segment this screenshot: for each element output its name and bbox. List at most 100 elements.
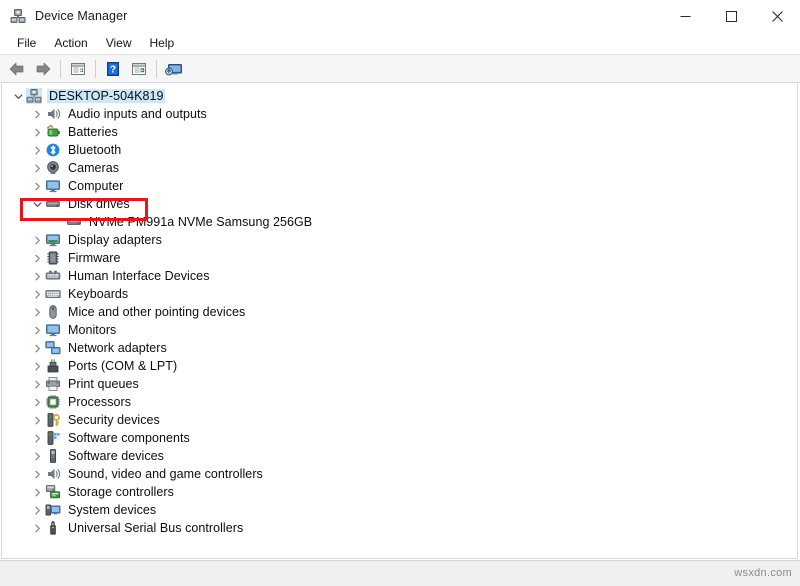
tree-item-universal-serial-bus-controllers[interactable]: Universal Serial Bus controllers — [2, 519, 797, 537]
chevron-right-icon[interactable] — [29, 465, 45, 483]
hid-icon — [45, 268, 61, 284]
chevron-right-icon[interactable] — [29, 357, 45, 375]
mouse-icon — [45, 304, 61, 320]
tree-item-nvme-disk[interactable]: NVMe PM991a NVMe Samsung 256GB — [2, 213, 797, 231]
tree-item-ports-com-and-lpt[interactable]: Ports (COM & LPT) — [2, 357, 797, 375]
tree-item-label: Print queues — [66, 377, 141, 391]
device-tree-pane[interactable]: DESKTOP-504K819 Audio inputs and outputs — [1, 84, 798, 559]
tree-item-label: Security devices — [66, 413, 162, 427]
chevron-right-icon[interactable] — [29, 249, 45, 267]
chevron-right-icon[interactable] — [29, 267, 45, 285]
chevron-right-icon[interactable] — [29, 105, 45, 123]
security-key-icon — [45, 412, 61, 428]
monitor-icon — [45, 322, 61, 338]
tree-item-batteries[interactable]: Batteries — [2, 123, 797, 141]
scan-hardware-changes-button[interactable] — [161, 57, 187, 81]
status-bar: wsxdn.com — [0, 560, 800, 586]
chevron-right-icon[interactable] — [29, 339, 45, 357]
tree-item-root[interactable]: DESKTOP-504K819 — [2, 87, 797, 105]
tree-item-storage-controllers[interactable]: Storage controllers — [2, 483, 797, 501]
chevron-down-icon[interactable] — [10, 87, 26, 105]
device-manager-window: Device Manager File Action View Help — [0, 0, 800, 586]
menu-action[interactable]: Action — [45, 34, 96, 52]
chevron-right-icon[interactable] — [29, 483, 45, 501]
firmware-chip-icon — [45, 250, 61, 266]
tree-item-label: Universal Serial Bus controllers — [66, 521, 245, 535]
tree-item-label: Processors — [66, 395, 133, 409]
chevron-right-icon[interactable] — [29, 501, 45, 519]
tree-item-label: Firmware — [66, 251, 122, 265]
tree-item-label: Batteries — [66, 125, 120, 139]
tree-item-software-components[interactable]: Software components — [2, 429, 797, 447]
chevron-right-icon[interactable] — [29, 321, 45, 339]
chevron-down-icon[interactable] — [29, 195, 45, 213]
tree-item-label: Display adapters — [66, 233, 164, 247]
chevron-right-icon[interactable] — [29, 519, 45, 537]
tree-item-mice-and-other-pointing-devices[interactable]: Mice and other pointing devices — [2, 303, 797, 321]
tree-item-label: Cameras — [66, 161, 121, 175]
forward-arrow-icon — [34, 61, 52, 77]
chevron-right-icon[interactable] — [29, 177, 45, 195]
chevron-right-icon[interactable] — [29, 375, 45, 393]
tree-item-disk-drives[interactable]: Disk drives — [2, 195, 797, 213]
update-driver-icon — [130, 61, 148, 77]
software-device-icon — [45, 448, 61, 464]
software-component-icon — [45, 430, 61, 446]
tree-item-system-devices[interactable]: System devices — [2, 501, 797, 519]
chevron-right-icon[interactable] — [29, 141, 45, 159]
minimize-button[interactable] — [662, 0, 708, 32]
tree-item-label: Computer — [66, 179, 125, 193]
port-connector-icon — [45, 358, 61, 374]
toolbar-separator-1 — [60, 60, 61, 78]
speaker-icon — [45, 466, 61, 482]
chevron-right-icon[interactable] — [29, 303, 45, 321]
chevron-right-icon[interactable] — [29, 447, 45, 465]
help-button[interactable]: ? — [100, 57, 126, 81]
properties-button[interactable] — [65, 57, 91, 81]
tree-item-audio-inputs-and-outputs[interactable]: Audio inputs and outputs — [2, 105, 797, 123]
tree-item-firmware[interactable]: Firmware — [2, 249, 797, 267]
tree-item-keyboards[interactable]: Keyboards — [2, 285, 797, 303]
tree-item-print-queues[interactable]: Print queues — [2, 375, 797, 393]
chevron-right-icon[interactable] — [29, 159, 45, 177]
display-adapter-icon — [45, 232, 61, 248]
tree-item-human-interface-devices[interactable]: Human Interface Devices — [2, 267, 797, 285]
tree-item-label: Ports (COM & LPT) — [66, 359, 179, 373]
printer-icon — [45, 376, 61, 392]
help-question-icon: ? — [104, 61, 122, 77]
back-button[interactable] — [4, 57, 30, 81]
update-driver-button[interactable] — [126, 57, 152, 81]
disk-drive-icon — [45, 196, 61, 212]
tree-item-network-adapters[interactable]: Network adapters — [2, 339, 797, 357]
tree-item-computer[interactable]: Computer — [2, 177, 797, 195]
title-bar: Device Manager — [0, 0, 800, 32]
chevron-right-icon[interactable] — [29, 231, 45, 249]
window-title: Device Manager — [35, 9, 127, 23]
tree-item-monitors[interactable]: Monitors — [2, 321, 797, 339]
menu-view[interactable]: View — [97, 34, 141, 52]
maximize-button[interactable] — [708, 0, 754, 32]
tree-item-processors[interactable]: Processors — [2, 393, 797, 411]
computer-root-icon — [26, 88, 42, 104]
tree-item-security-devices[interactable]: Security devices — [2, 411, 797, 429]
tree-item-sound-video-and-game-controllers[interactable]: Sound, video and game controllers — [2, 465, 797, 483]
processor-chip-icon — [45, 394, 61, 410]
chevron-right-icon[interactable] — [29, 393, 45, 411]
keyboard-icon — [45, 286, 61, 302]
tree-item-label: Keyboards — [66, 287, 130, 301]
chevron-right-icon[interactable] — [29, 429, 45, 447]
chevron-right-icon[interactable] — [29, 123, 45, 141]
device-tree: DESKTOP-504K819 Audio inputs and outputs — [2, 84, 797, 537]
chevron-right-icon[interactable] — [29, 411, 45, 429]
tree-item-display-adapters[interactable]: Display adapters — [2, 231, 797, 249]
tree-item-label: Software devices — [66, 449, 166, 463]
chevron-right-icon[interactable] — [29, 285, 45, 303]
tree-item-software-devices[interactable]: Software devices — [2, 447, 797, 465]
forward-button[interactable] — [30, 57, 56, 81]
tree-item-bluetooth[interactable]: Bluetooth — [2, 141, 797, 159]
bluetooth-icon — [45, 142, 61, 158]
menu-file[interactable]: File — [8, 34, 45, 52]
close-button[interactable] — [754, 0, 800, 32]
menu-help[interactable]: Help — [141, 34, 184, 52]
tree-item-cameras[interactable]: Cameras — [2, 159, 797, 177]
